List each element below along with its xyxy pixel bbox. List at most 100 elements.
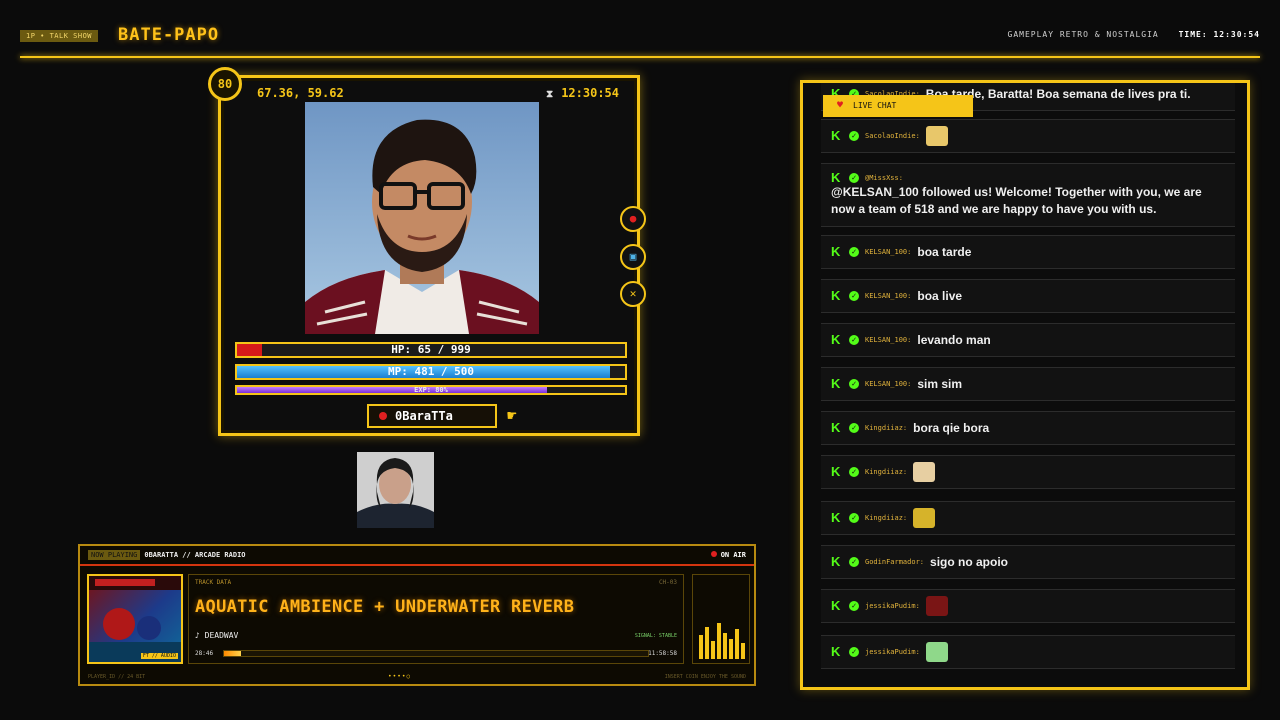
chat-message: K ✓ SacolaoIndie:	[821, 119, 1235, 153]
kick-icon: K	[831, 288, 841, 303]
live-chat-tab[interactable]: ♥ LIVE CHAT	[823, 95, 973, 117]
chat-text: @KELSAN_100 followed us! Welcome! Togeth…	[831, 185, 1202, 216]
heart-icon: ♥	[837, 100, 844, 111]
verified-icon: ✓	[849, 467, 859, 477]
page-dots: ••••○	[388, 673, 412, 680]
chat-username[interactable]: KELSAN_100:	[865, 380, 911, 388]
live-dot-icon	[379, 412, 387, 420]
chat-username[interactable]: jessikaPudim:	[865, 602, 920, 610]
hand-cursor-icon: ☛	[507, 406, 517, 425]
kick-icon: K	[831, 332, 841, 347]
player-name: 0BaraTTa	[395, 409, 453, 423]
chat-message: K ✓ KELSAN_100: boa live	[821, 279, 1235, 313]
track-progress-fill	[224, 651, 241, 656]
live-chat-panel: ♥ LIVE CHAT K ✓ SacolaoIndie: Boa tarde, Ba…	[800, 80, 1250, 690]
mp-bar: MP: 481 / 500	[235, 364, 627, 380]
chat-message-list[interactable]: K ✓ SacolaoIndie: Boa tarde, Baratta! Boa s…	[815, 83, 1235, 687]
chat-username[interactable]: GodinFarmador:	[865, 558, 924, 566]
chat-message: K ✓ @MissXss: @KELSAN_100 followed us! Welc…	[821, 163, 1235, 227]
cover-art	[89, 576, 181, 662]
top-header: 1P • TALK SHOW BATE-PAPO GAMEPLAY RETRO …	[20, 24, 1260, 60]
emote-icon	[913, 462, 936, 482]
close-button[interactable]: ✕	[620, 281, 646, 307]
chat-username[interactable]: Kingdiiaz:	[865, 468, 907, 476]
hp-label: HP: 65 / 999	[391, 343, 471, 356]
now-playing-panel: NOW PLAYING 0BARATTA // ARCADE RADIO ON A…	[78, 544, 756, 686]
album-cover: FT // AUDIO	[87, 574, 183, 664]
page-title: BATE-PAPO	[118, 25, 220, 45]
emote-icon	[925, 642, 948, 662]
insert-coin-footer: INSERT COIN ENJOY THE SOUND	[664, 674, 746, 680]
verified-icon: ✓	[849, 335, 859, 345]
chat-text: sim sim	[917, 377, 963, 391]
chat-message: K ✓ KELSAN_100: levando man	[821, 323, 1235, 357]
equalizer-visualizer	[692, 574, 750, 664]
header-time: TIME: 12:30:54	[1178, 30, 1260, 39]
now-playing-header: NOW PLAYING 0BARATTA // ARCADE RADIO	[88, 550, 246, 560]
avatar-illustration	[305, 119, 539, 334]
pixel-avatar	[305, 102, 539, 334]
chat-message: K ✓ GodinFarmador: sigo no apoio	[821, 545, 1235, 579]
chat-username[interactable]: Kingdiiaz:	[865, 514, 907, 522]
verified-icon: ✓	[849, 601, 859, 611]
chat-username[interactable]: KELSAN_100:	[865, 292, 911, 300]
chat-username[interactable]: @MissXss:	[865, 174, 903, 182]
track-title: AQUATIC AMBIENCE + UNDERWATER REVERB	[195, 597, 575, 617]
player-name-tag[interactable]: 0BaraTTa	[367, 404, 497, 428]
emote-icon	[913, 508, 936, 528]
chat-message: K ✓ jessikaPudim:	[821, 635, 1235, 669]
chat-text: levando man	[917, 333, 991, 347]
header-subtitle: GAMEPLAY RETRO & NOSTALGIA	[1007, 30, 1159, 39]
webcam-thumbnail	[357, 452, 434, 528]
show-badge: 1P • TALK SHOW	[20, 30, 99, 42]
close-icon: ✕	[629, 287, 637, 300]
kick-icon: K	[831, 128, 841, 143]
chat-text: sigo no apoio	[930, 555, 1009, 569]
verified-icon: ✓	[849, 557, 859, 567]
on-air-label: ON AIR	[720, 551, 746, 559]
emote-icon	[925, 126, 948, 146]
chat-text: bora qie bora	[913, 421, 990, 435]
track-data-label: TRACK DATA	[195, 579, 232, 586]
panel-divider	[80, 564, 754, 566]
mp-label: MP: 481 / 500	[387, 365, 475, 378]
chat-text: boa tarde	[917, 245, 972, 259]
time-elapsed: 28:46	[195, 650, 214, 657]
chat-username[interactable]: jessikaPudim:	[865, 648, 920, 656]
record-button[interactable]: ●	[620, 206, 646, 232]
channel-label: CH-03	[658, 579, 677, 586]
track-progress-bar[interactable]	[223, 650, 649, 657]
player-card: 67.36, 59.62 ⧗ 12:30:54 HP: 65 / 999 MP:…	[218, 75, 640, 436]
verified-icon: ✓	[849, 379, 859, 389]
chat-text: boa live	[917, 289, 963, 303]
verified-icon: ✓	[849, 647, 859, 657]
chat-message: K ✓ Kingdiiaz:	[821, 455, 1235, 489]
hourglass-icon: ⧗	[546, 89, 554, 100]
exp-bar: EXP: 80%	[235, 385, 627, 395]
chat-message: K ✓ KELSAN_100: sim sim	[821, 367, 1235, 401]
chat-username[interactable]: KELSAN_100:	[865, 248, 911, 256]
now-playing-tag: NOW PLAYING	[88, 550, 141, 560]
kick-icon: K	[831, 170, 841, 185]
exp-label: EXP: 80%	[414, 386, 448, 394]
chat-username[interactable]: SacolaoIndie:	[865, 132, 920, 140]
verified-icon: ✓	[849, 131, 859, 141]
kick-icon: K	[831, 244, 841, 259]
chat-message: K ✓ Kingdiiaz: bora qie bora	[821, 411, 1235, 445]
record-icon: ●	[629, 212, 637, 225]
kick-icon: K	[831, 376, 841, 391]
chat-username[interactable]: KELSAN_100:	[865, 336, 911, 344]
signal-status: SIGNAL: STABLE	[634, 633, 677, 639]
verified-icon: ✓	[849, 513, 859, 523]
level-badge: 80	[208, 67, 242, 101]
time-total: 11:58:58	[648, 650, 677, 657]
verified-icon: ✓	[849, 247, 859, 257]
chat-message: K ✓ KELSAN_100: boa tarde	[821, 235, 1235, 269]
card-time: ⧗ 12:30:54	[546, 86, 619, 100]
chat-username[interactable]: Kingdiiaz:	[865, 424, 907, 432]
screen-icon: ▣	[629, 250, 637, 263]
track-info: TRACK DATA CH-03 AQUATIC AMBIENCE + UNDE…	[188, 574, 684, 664]
on-air-dot-icon	[710, 551, 717, 557]
screen-button[interactable]: ▣	[620, 244, 646, 270]
player-id-footer: PLAYER_ID // 24 BIT	[88, 674, 146, 680]
